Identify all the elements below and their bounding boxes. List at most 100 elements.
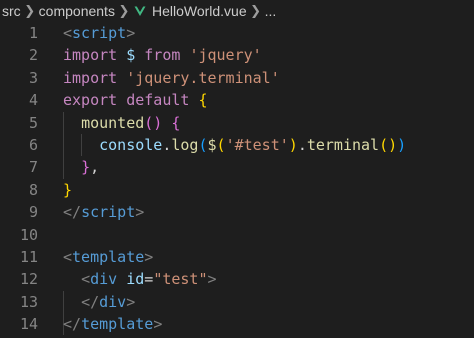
code-line[interactable]: 2 import $ from 'jquery' — [0, 44, 474, 66]
breadcrumb: src ❯ components ❯ HelloWorld.vue ❯ ... — [0, 0, 474, 22]
code-line[interactable]: 5 mounted() { — [0, 112, 474, 134]
code-token: "test" — [153, 270, 208, 289]
code-text: </template> — [63, 313, 162, 335]
code-text: import $ from 'jquery' — [63, 44, 262, 66]
code-text: }, — [63, 156, 99, 178]
code-token: id — [126, 270, 145, 289]
line-number: 11 — [19, 248, 38, 266]
code-line[interactable]: 11 <template> — [0, 246, 474, 268]
line-number: 6 — [28, 136, 38, 154]
code-token: 'jquery.terminal' — [126, 68, 280, 87]
code-token: 'jquery' — [189, 46, 262, 65]
line-number: 3 — [28, 68, 38, 87]
chevron-right-icon: ❯ — [118, 3, 130, 18]
code-token: () — [379, 136, 398, 154]
code-token: () — [144, 113, 163, 132]
code-token: } — [63, 180, 73, 199]
code-token: { — [198, 91, 208, 110]
code-line[interactable]: 9 </script> — [0, 201, 474, 223]
code-token: > — [126, 292, 136, 311]
code-line[interactable]: 3 import 'jquery.terminal' — [0, 67, 474, 89]
code-token: > — [207, 270, 217, 289]
line-number: 8 — [28, 180, 38, 199]
breadcrumb-item-file[interactable]: HelloWorld.vue — [152, 3, 247, 19]
code-token: = — [144, 270, 154, 289]
code-line[interactable]: 13 </div> — [0, 291, 474, 313]
code-line[interactable]: 8} — [0, 179, 474, 201]
code-text: <template> — [63, 246, 153, 268]
breadcrumb-item-more[interactable]: ... — [265, 3, 277, 19]
code-token: $ — [126, 46, 136, 65]
code-token: { — [171, 113, 181, 132]
breadcrumb-item-src[interactable]: src — [2, 3, 21, 19]
code-token: log — [171, 136, 199, 154]
code-token: import — [63, 46, 118, 65]
code-token: template — [72, 248, 145, 266]
code-token: < — [63, 24, 73, 42]
code-token: terminal — [306, 136, 380, 154]
chevron-right-icon: ❯ — [250, 3, 262, 18]
code-line[interactable]: 1 <script> — [0, 22, 474, 44]
line-number: 1 — [28, 24, 38, 42]
line-number: 5 — [28, 113, 38, 132]
code-text: mounted() { — [63, 112, 180, 134]
code-line[interactable]: 4 export default { — [0, 89, 474, 111]
code-text: <div id="test"> — [63, 268, 217, 290]
code-token: > — [153, 315, 163, 334]
code-line[interactable]: 12 <div id="test"> — [0, 268, 474, 290]
code-line[interactable]: 14 </template> — [0, 313, 474, 335]
code-line[interactable]: 10 — [0, 224, 474, 246]
line-number: 7 — [28, 158, 38, 177]
line-number: 13 — [19, 292, 38, 311]
code-token: > — [135, 203, 145, 222]
code-token: template — [81, 315, 154, 334]
code-token: </ — [63, 203, 82, 222]
vue-icon — [134, 6, 146, 16]
code-token: '#test' — [225, 136, 289, 154]
code-text: } — [63, 179, 72, 201]
code-token: mounted — [81, 113, 145, 132]
code-token: console — [99, 136, 163, 154]
code-token: } — [81, 158, 91, 177]
code-text: import 'jquery.terminal' — [63, 67, 280, 89]
line-number: 10 — [19, 225, 38, 244]
code-token: ( — [198, 136, 208, 154]
code-token: div — [99, 292, 127, 311]
code-text: </div> — [63, 291, 135, 313]
code-editor[interactable]: 1 <script> 2 import $ from 'jquery' 3 import … — [0, 22, 474, 338]
code-text: <script> — [63, 22, 135, 44]
code-token: script — [72, 24, 127, 42]
code-token: . — [297, 136, 307, 154]
code-token: div — [90, 270, 118, 289]
code-token: , — [90, 158, 100, 177]
code-token: script — [81, 203, 136, 222]
code-token: < — [63, 248, 73, 266]
code-token: ) — [288, 136, 298, 154]
code-line[interactable]: 7 }, — [0, 156, 474, 178]
chevron-right-icon: ❯ — [24, 3, 36, 18]
code-token: </ — [81, 292, 100, 311]
code-token: > — [144, 248, 154, 266]
code-text: export default { — [63, 89, 208, 111]
code-token: > — [126, 24, 136, 42]
code-line[interactable]: 6 console.log($('#test').terminal()) — [0, 134, 474, 156]
code-text: </script> — [63, 201, 144, 223]
code-token: ) — [397, 136, 407, 154]
line-number: 9 — [28, 203, 38, 222]
breadcrumb-item-components[interactable]: components — [39, 3, 115, 19]
code-token: export — [63, 91, 118, 110]
code-token: $ — [207, 136, 217, 154]
code-token: import — [63, 68, 118, 87]
code-token: from — [144, 46, 181, 65]
line-number: 4 — [28, 91, 38, 110]
code-text: console.log($('#test').terminal()) — [63, 134, 406, 156]
code-token: < — [81, 270, 91, 289]
